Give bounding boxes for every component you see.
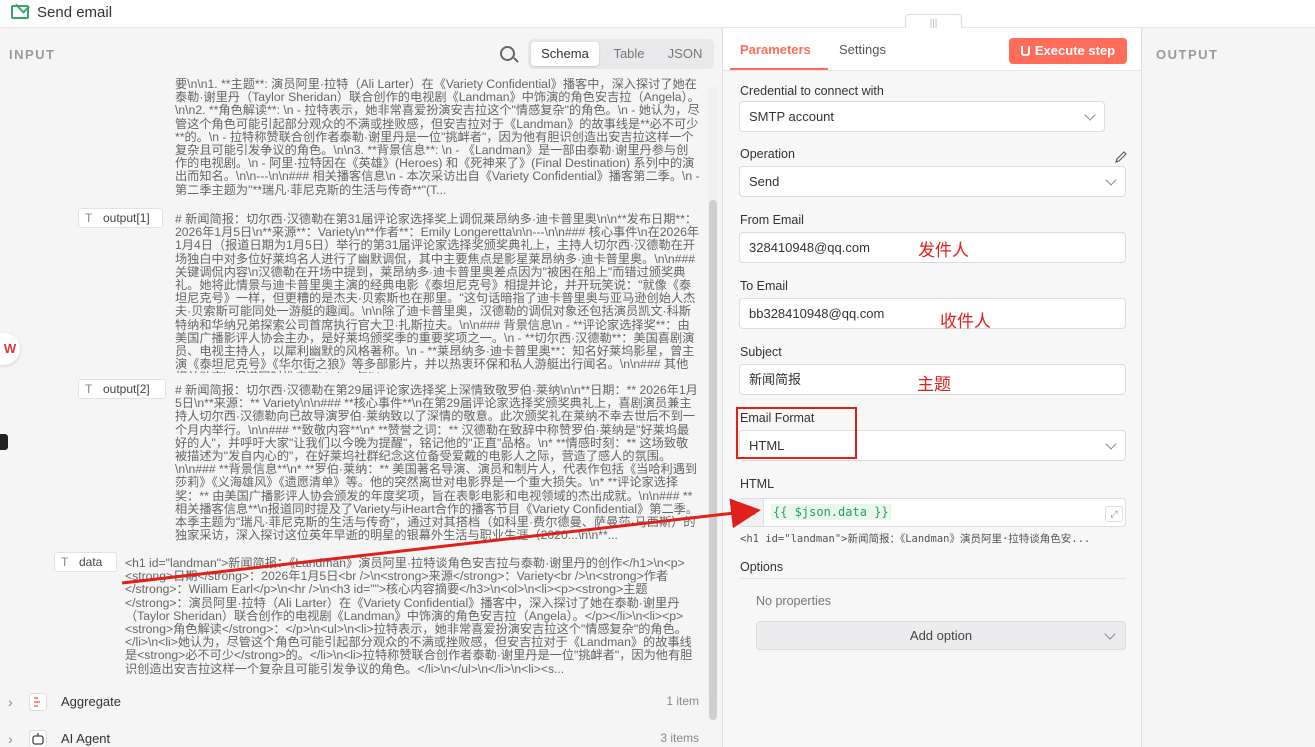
chevron-right-icon[interactable]: ›: [8, 694, 13, 710]
execute-step-button[interactable]: Execute step: [1009, 38, 1127, 64]
pencil-icon[interactable]: [1114, 150, 1128, 164]
tab-parameters[interactable]: Parameters: [740, 42, 811, 57]
output2-text: # 新闻简报：切尔西·汉德勒在第29届评论家选择奖上深情致敬罗伯·莱纳\n\n*…: [175, 384, 699, 543]
search-icon[interactable]: [500, 46, 515, 61]
window-title: Send email: [37, 4, 113, 21]
node-name: AI Agent: [61, 731, 111, 746]
field-data-label: data: [79, 555, 103, 569]
html-label: HTML: [740, 477, 775, 491]
robot-icon: [29, 730, 47, 747]
node-item-count: 1 item: [666, 694, 699, 708]
node-name: Aggregate: [61, 694, 121, 709]
operation-label: Operation: [740, 147, 795, 161]
data-text: <h1 id="landman">新闻简报：《Landman》演员阿里·拉特谈角…: [125, 557, 693, 676]
output0-text: 要\n\n1. **主题**: 演员阿里·拉特（Ali Larter）在《Var…: [175, 78, 700, 197]
options-divider: [739, 578, 1126, 579]
add-option-button[interactable]: Add option: [756, 621, 1126, 650]
view-mode-toggle: Schema Table JSON: [528, 39, 714, 69]
string-type-icon: T: [85, 211, 93, 225]
string-type-icon: T: [85, 382, 93, 396]
subject-label: Subject: [740, 345, 782, 359]
field-output1-label: output[1]: [103, 211, 150, 225]
operation-select[interactable]: Send: [739, 166, 1126, 197]
field-data[interactable]: Tdata: [54, 552, 117, 572]
tab-table[interactable]: Table: [601, 42, 657, 66]
side-tab-icon[interactable]: [0, 434, 8, 450]
schema-content: 要\n\n1. **主题**: 演员阿里·拉特（Ali Larter）在《Var…: [0, 78, 722, 747]
to-annotation: 收件人: [940, 312, 991, 332]
from-email-label: From Email: [740, 213, 804, 227]
output1-text: # 新闻简报：切尔西·汉德勒在第31届评论家选择奖上调侃莱昂纳多·迪卡普里奥\n…: [175, 213, 700, 373]
execute-step-label: Execute step: [1034, 43, 1116, 58]
field-output2[interactable]: Toutput[2]: [78, 379, 166, 399]
no-properties-text: No properties: [756, 594, 832, 608]
options-label: Options: [740, 560, 784, 574]
node-item-count: 3 items: [660, 731, 699, 745]
tab-settings[interactable]: Settings: [839, 42, 886, 57]
expression-text[interactable]: {{ $json.data }}: [771, 504, 891, 520]
output-pane: OUTPUT: [1141, 28, 1315, 747]
title-bar: Send email: [0, 0, 1315, 28]
to-email-label: To Email: [740, 279, 788, 293]
node-aggregate[interactable]: › Aggregate 1 item: [0, 692, 708, 714]
aggregate-icon: [29, 693, 47, 711]
from-annotation: 发件人: [918, 241, 969, 261]
chevron-right-icon[interactable]: ›: [8, 731, 13, 747]
field-output1[interactable]: Toutput[1]: [78, 208, 163, 228]
expression-preview: <h1 id="landman">新闻简报：《Landman》演员阿里·拉特谈角…: [740, 533, 1091, 545]
parameters-form: Credential to connect with SMTP account …: [723, 71, 1142, 747]
scrollbar-thumb[interactable]: [709, 200, 717, 720]
tab-schema[interactable]: Schema: [531, 42, 599, 66]
highlight-box: [736, 407, 857, 459]
output-label: OUTPUT: [1156, 47, 1219, 62]
node-ai-agent[interactable]: › AI Agent 3 items: [0, 729, 708, 747]
parameters-pane: Parameters Settings Execute step Credent…: [722, 28, 1142, 747]
email-icon: [11, 5, 29, 19]
input-pane: INPUT Schema Table JSON 要\n\n1. **主题**: …: [0, 28, 722, 747]
flask-icon: [1020, 46, 1030, 56]
string-type-icon: T: [61, 555, 69, 569]
tab-json[interactable]: JSON: [659, 42, 711, 66]
expand-icon[interactable]: ⤢: [1105, 506, 1123, 522]
field-output2-label: output[2]: [103, 382, 150, 396]
to-email-input[interactable]: bb328410948@qq.com: [739, 298, 1126, 329]
html-expression-input[interactable]: fx {{ $json.data }} ⤢: [739, 498, 1126, 527]
credential-select[interactable]: SMTP account: [739, 101, 1105, 132]
credential-label: Credential to connect with: [740, 84, 884, 98]
fx-icon: fx: [740, 499, 764, 526]
input-label: INPUT: [9, 47, 56, 62]
subject-annotation: 主题: [917, 375, 951, 395]
